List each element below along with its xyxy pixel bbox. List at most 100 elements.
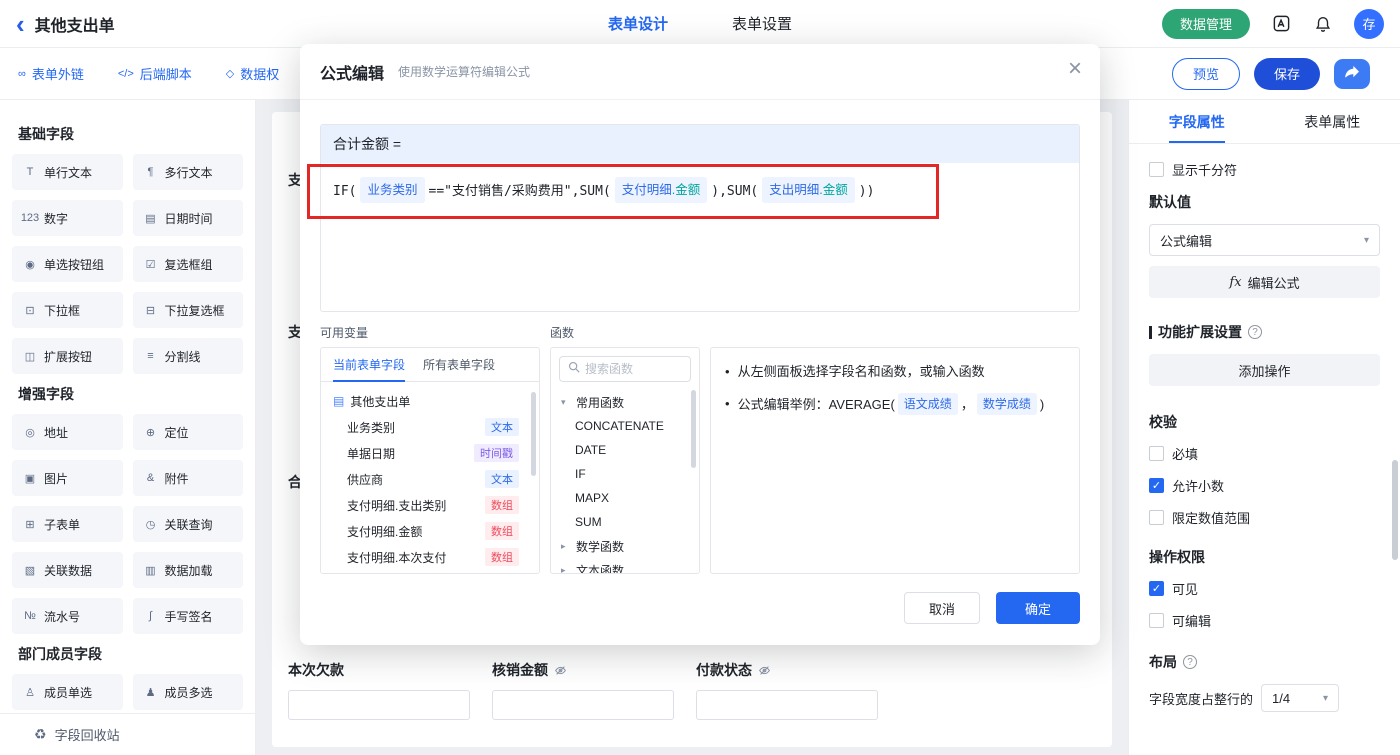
palette-item[interactable]: ◫ 扩展按钮 (12, 338, 123, 374)
avatar[interactable]: 存 (1354, 8, 1384, 39)
palette-item[interactable]: № 流水号 (12, 598, 123, 634)
field-token[interactable]: 业务类别 (360, 177, 425, 203)
link-label: 后端脚本 (139, 67, 192, 82)
canvas-field-input[interactable] (696, 690, 878, 720)
back-button[interactable]: ‹ (16, 2, 25, 46)
palette-item-icon: T (26, 166, 34, 178)
variable-root-label: 其他支出单 (350, 394, 411, 409)
backend-script-link[interactable]: </> 后端脚本 (118, 64, 192, 83)
tab-field-properties[interactable]: 字段属性 (1129, 100, 1265, 143)
function-group[interactable]: ▾ 常用函数 (551, 390, 699, 414)
function-item[interactable]: CONCATENATE (551, 414, 699, 438)
checkbox[interactable] (1149, 510, 1164, 525)
palette-item[interactable]: ⊕ 定位 (132, 414, 243, 450)
language-icon[interactable] (1270, 13, 1292, 35)
help-icon[interactable]: ? (1248, 325, 1262, 339)
field-token[interactable]: 语文成绩 (897, 393, 958, 415)
palette-item[interactable]: ♙ 成员单选 (12, 674, 123, 710)
save-button[interactable]: 保存 (1253, 57, 1320, 90)
checkbox[interactable] (1149, 613, 1164, 628)
section-marker (1149, 325, 1152, 339)
checkbox[interactable]: ✓ (1149, 478, 1164, 493)
palette-item[interactable]: 123 数字 (12, 200, 123, 236)
edit-formula-button[interactable]: fx 编辑公式 (1149, 266, 1380, 298)
function-group[interactable]: ▸ 文本函数 (551, 558, 699, 574)
tab-all-form-fields[interactable]: 所有表单字段 (423, 348, 495, 381)
palette-item[interactable]: ¶ 多行文本 (132, 154, 243, 190)
palette-item-icon: ♙ (25, 686, 35, 699)
function-item[interactable]: SUM (551, 510, 699, 534)
variable-row[interactable]: 支付明细.本次支付 数组 (321, 544, 539, 570)
tab-form-settings[interactable]: 表单设置 (732, 13, 792, 34)
variable-row[interactable]: 单据日期 时间戳 (321, 440, 539, 466)
canvas-field-label: 核销金额 (492, 660, 674, 680)
palette-item[interactable]: ▣ 图片 (12, 460, 123, 496)
cancel-button[interactable]: 取消 (904, 592, 980, 624)
tab-form-design[interactable]: 表单设计 (608, 13, 668, 34)
function-item[interactable]: MAPX (551, 486, 699, 510)
palette-item[interactable]: ☑ 复选框组 (132, 246, 243, 282)
variable-row[interactable]: 供应商 文本 (321, 466, 539, 492)
function-item[interactable]: DATE (551, 438, 699, 462)
palette-item[interactable]: ∫ 手写签名 (132, 598, 243, 634)
field-token[interactable]: 支付明细 .金额 (614, 177, 708, 203)
notification-icon[interactable] (1312, 13, 1334, 35)
variable-row[interactable]: 支付明细.支出类别 数组 (321, 492, 539, 518)
field-token-main: 语文成绩 (903, 397, 952, 411)
data-permission-link[interactable]: ◇ 数据权 (226, 64, 279, 83)
data-manage-button[interactable]: 数据管理 (1161, 8, 1250, 39)
preview-button[interactable]: 预览 (1171, 57, 1240, 90)
toolbar-actions: 预览 保存 (1171, 57, 1382, 90)
scrollbar[interactable] (531, 392, 536, 476)
extension-settings-text: 功能扩展设置 (1158, 324, 1242, 340)
help-icon[interactable]: ? (1183, 655, 1197, 669)
field-width-select[interactable]: 1/4 ▾ (1261, 684, 1340, 712)
search-input[interactable] (585, 362, 677, 376)
palette-item[interactable]: ▥ 数据加载 (132, 552, 243, 588)
checkbox[interactable] (1149, 162, 1164, 177)
variable-row[interactable]: 支付明细.金额 数组 (321, 518, 539, 544)
scrollbar[interactable] (691, 390, 696, 468)
palette-item[interactable]: ⊟ 下拉复选框 (132, 292, 243, 328)
close-icon[interactable]: × (1068, 57, 1082, 81)
function-item[interactable]: IF (551, 462, 699, 486)
field-token[interactable]: 数学成绩 (976, 393, 1037, 415)
formula-target-text: 合计金额 = (333, 136, 402, 152)
canvas-field-input[interactable] (288, 690, 470, 720)
formula-input-area[interactable]: IF(业务类别 =="支付销售/采购费用",SUM(支付明细 .金额),SUM(支出… (321, 163, 1079, 311)
add-action-button[interactable]: 添加操作 (1149, 354, 1380, 386)
variable-row[interactable]: 业务类别 文本 (321, 414, 539, 440)
palette-item[interactable]: ▤ 日期时间 (132, 200, 243, 236)
function-search[interactable] (559, 356, 691, 382)
palette-item[interactable]: ≡ 分割线 (132, 338, 243, 374)
palette-item[interactable]: ⊞ 子表单 (12, 506, 123, 542)
palette-item[interactable]: ◉ 单选按钮组 (12, 246, 123, 282)
checkbox[interactable] (1149, 446, 1164, 461)
palette-item-icon: ∫ (148, 610, 152, 622)
palette-item[interactable]: ◎ 地址 (12, 414, 123, 450)
palette-item[interactable]: ▧ 关联数据 (12, 552, 123, 588)
functions-tree: ▾ 常用函数 CONCATENATE DATE IF MAPX SUM ▸ 数学函数 ▸ 文本函数 (551, 390, 699, 574)
palette-item[interactable]: T 单行文本 (12, 154, 123, 190)
share-button[interactable] (1334, 58, 1370, 89)
scrollbar[interactable] (1392, 460, 1398, 560)
palette-item[interactable]: ⊡ 下拉框 (12, 292, 123, 328)
palette-item[interactable]: & 附件 (132, 460, 243, 496)
default-value-select[interactable]: 公式编辑 ▾ (1149, 224, 1380, 256)
tab-current-form-fields[interactable]: 当前表单字段 (333, 348, 406, 382)
palette-item[interactable]: ◷ 关联查询 (132, 506, 243, 542)
recycle-bin[interactable]: ♻ 字段回收站 (0, 713, 255, 755)
field-token[interactable]: 支出明细 .金额 (762, 177, 855, 203)
checkbox[interactable]: ✓ (1149, 581, 1164, 596)
form-external-link[interactable]: ∞ 表单外链 (18, 64, 84, 83)
palette-item-label: 多行文本 (164, 165, 213, 180)
variable-root[interactable]: ▤ 其他支出单 (321, 388, 539, 414)
variable-type-tag: 数组 (485, 522, 519, 540)
function-group[interactable]: ▸ 数学函数 (551, 534, 699, 558)
canvas-field-input[interactable] (492, 690, 674, 720)
layout-title: 布局 ? (1149, 652, 1380, 672)
palette-item[interactable]: ♟ 成员多选 (132, 674, 243, 710)
tab-form-properties[interactable]: 表单属性 (1265, 100, 1400, 143)
link-icon: ∞ (18, 67, 26, 80)
confirm-button[interactable]: 确定 (996, 592, 1080, 624)
